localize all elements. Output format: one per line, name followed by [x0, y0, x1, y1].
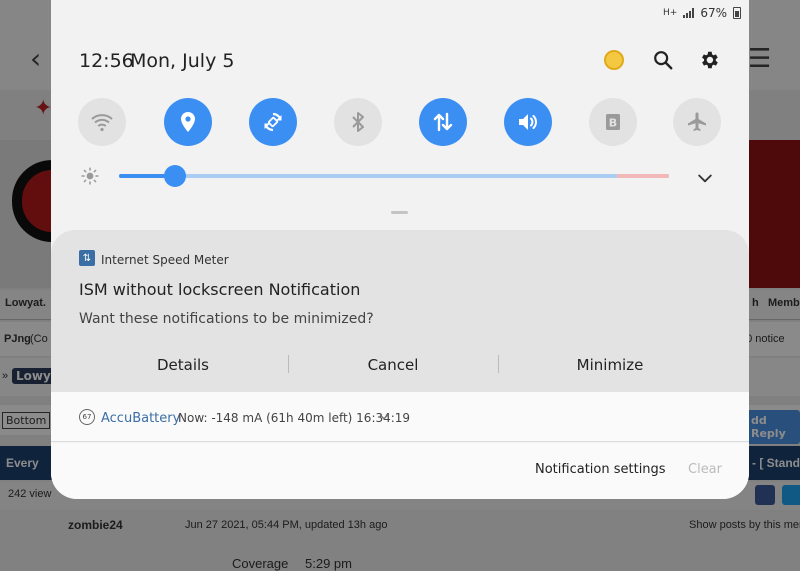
- menu-icon: ☰: [748, 44, 772, 74]
- bg-coverage: Coverage: [232, 556, 289, 571]
- sound-toggle[interactable]: [504, 98, 552, 146]
- signal-icon: [683, 8, 695, 18]
- facebook-icon: [755, 485, 775, 505]
- bg-stand: - [ Stand: [752, 456, 800, 470]
- battery-icon: [733, 7, 741, 19]
- rotate-icon: [264, 112, 282, 132]
- bg-coverage-time: 5:29 pm: [305, 556, 352, 571]
- blue-light-filter-icon: B: [606, 114, 620, 130]
- brightness-slider[interactable]: [119, 174, 669, 178]
- bg-bottom-button: Bottom: [2, 412, 51, 429]
- bixby-routine-icon[interactable]: [600, 46, 628, 74]
- bg-pjng-suffix: (Co: [30, 333, 48, 345]
- status-bar: H+ 67%: [663, 6, 741, 20]
- wifi-toggle[interactable]: [78, 98, 126, 146]
- cancel-button[interactable]: Cancel: [321, 356, 465, 374]
- expand-chevron-icon[interactable]: [377, 410, 391, 424]
- brightness-icon: [81, 167, 99, 185]
- bg-pjng: PJng: [4, 333, 31, 345]
- clock: 12:56: [79, 50, 134, 72]
- action-divider: [288, 355, 289, 373]
- notification-settings-button[interactable]: Notification settings: [535, 462, 666, 477]
- notification-text: Want these notifications to be minimized…: [79, 311, 374, 327]
- banner-art-right: [748, 140, 800, 288]
- brightness-slider-thumb[interactable]: [164, 165, 186, 187]
- notification-panel: H+ 67% 12:56 Mon, July 5 B ⇅ Internet Sp…: [51, 0, 749, 499]
- bg-tab-1: h: [752, 297, 759, 309]
- minimize-button[interactable]: Minimize: [538, 356, 682, 374]
- settings-gear-icon[interactable]: [695, 46, 723, 74]
- clear-button[interactable]: Clear: [688, 462, 722, 477]
- twitter-icon: [782, 485, 800, 505]
- notification-title: ISM without lockscreen Notification: [79, 280, 361, 299]
- brightness-high-zone: [617, 174, 669, 178]
- back-icon: ‹: [30, 42, 42, 75]
- airplane-icon: [688, 112, 706, 131]
- bg-lowy-chip: Lowy: [12, 368, 55, 384]
- wifi-icon: [91, 114, 113, 132]
- drag-handle[interactable]: [391, 211, 408, 214]
- bg-show-posts: Show posts by this mem: [689, 519, 800, 531]
- bg-post-date: Jun 27 2021, 05:44 PM, updated 13h ago: [185, 519, 388, 531]
- bg-views: 242 view: [8, 488, 52, 500]
- airplane-mode-toggle[interactable]: [673, 98, 721, 146]
- bg-username: zombie24: [68, 518, 123, 532]
- bg-every: Every: [6, 456, 39, 470]
- search-icon[interactable]: [649, 46, 677, 74]
- internet-speed-meter-icon: ⇅: [79, 250, 95, 266]
- battery-percent: 67%: [700, 6, 727, 20]
- notification-app-name: Internet Speed Meter: [101, 253, 229, 267]
- details-button[interactable]: Details: [111, 356, 255, 374]
- notification-text: Now: -148 mA (61h 40m left) 16:34:19: [178, 411, 411, 425]
- auto-rotate-toggle[interactable]: [249, 98, 297, 146]
- bg-lowyat: Lowyat.: [5, 297, 46, 309]
- data-arrows-icon: [433, 112, 453, 132]
- location-pin-icon: [181, 112, 195, 132]
- notification-actions: Details Cancel Minimize: [51, 350, 749, 380]
- accubattery-icon: 67: [79, 409, 95, 425]
- bg-add-reply: dd Reply: [745, 410, 800, 444]
- panel-footer: Notification settings Clear: [51, 443, 749, 499]
- bg-tab-2: Memb: [768, 297, 800, 309]
- chevron-down-icon[interactable]: [695, 168, 715, 188]
- site-logo-icon: ✦: [34, 96, 53, 121]
- mobile-data-toggle[interactable]: [419, 98, 467, 146]
- location-toggle[interactable]: [164, 98, 212, 146]
- svg-text:B: B: [609, 117, 617, 130]
- date: Mon, July 5: [130, 50, 235, 72]
- bg-post-row: zombie24 Jun 27 2021, 05:44 PM, updated …: [0, 512, 800, 571]
- bluetooth-toggle[interactable]: [334, 98, 382, 146]
- notification-app-name: AccuBattery: [101, 411, 181, 426]
- ism-notification[interactable]: ⇅ Internet Speed Meter ISM without locks…: [51, 230, 749, 392]
- network-type-label: H+: [663, 8, 678, 18]
- action-divider: [498, 355, 499, 373]
- accubattery-notification[interactable]: 67 AccuBattery Now: -148 mA (61h 40m lef…: [51, 392, 749, 442]
- blue-light-filter-toggle[interactable]: B: [589, 98, 637, 146]
- speaker-icon: [519, 114, 537, 130]
- bluetooth-icon: [352, 112, 364, 132]
